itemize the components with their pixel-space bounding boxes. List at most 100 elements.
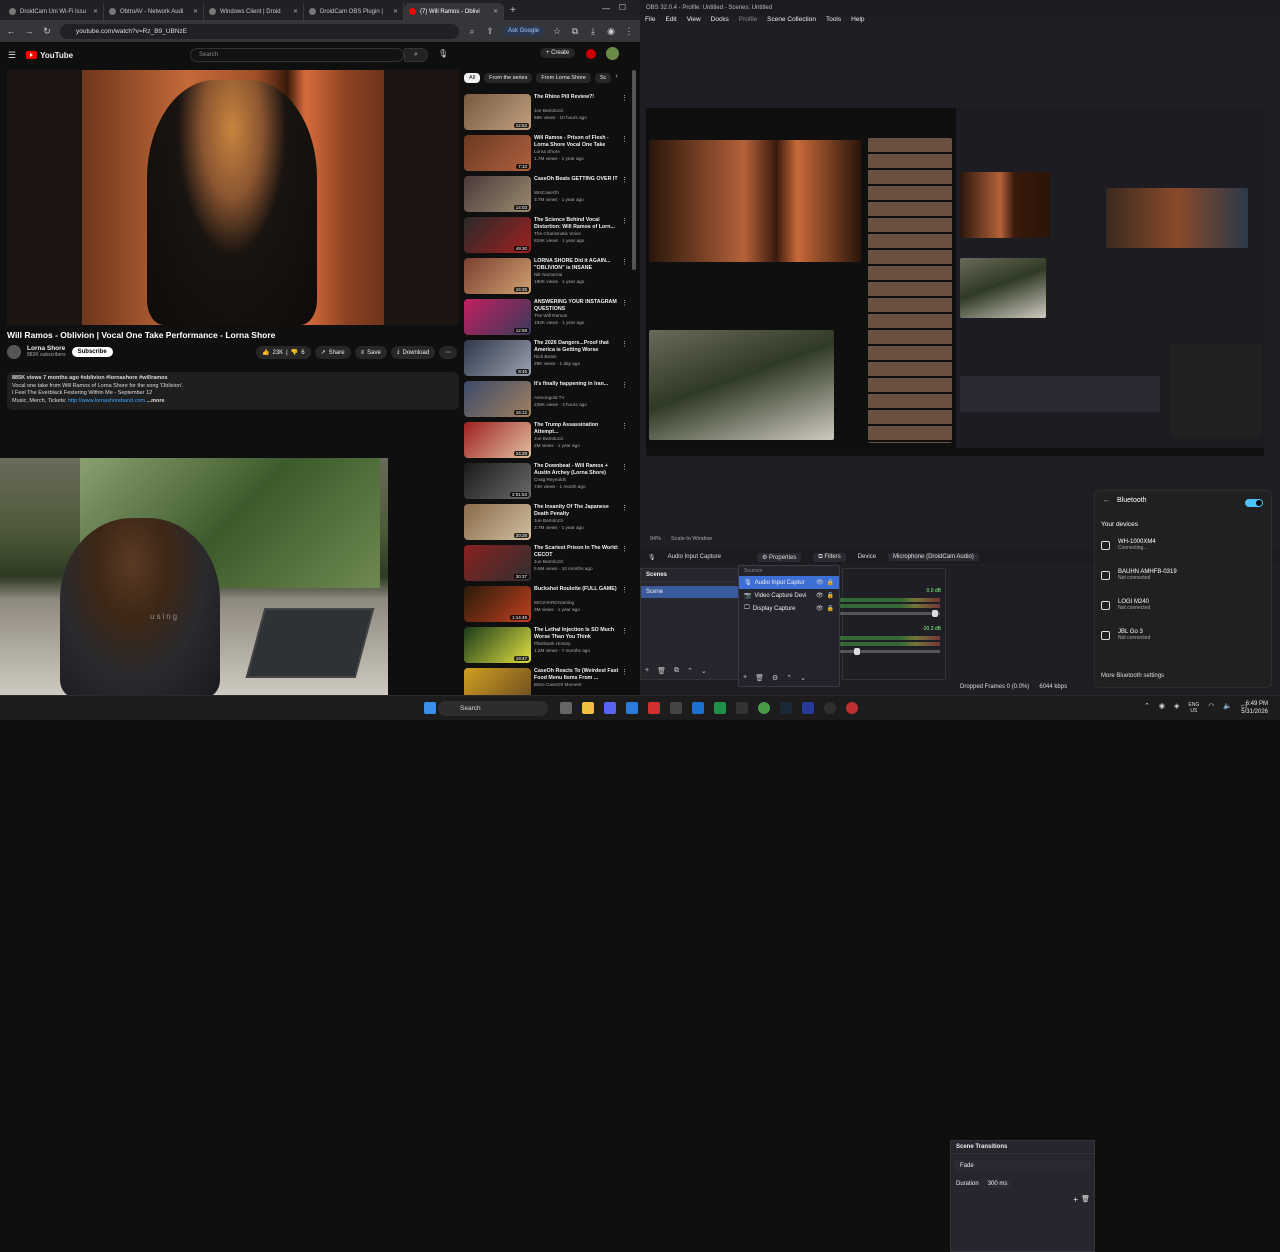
video-thumbnail[interactable]: 16:12 (464, 381, 531, 417)
channel-name[interactable]: Lorna Shore (27, 345, 66, 352)
video-thumbnail[interactable]: 49:30 (464, 217, 531, 253)
volume-slider[interactable] (840, 648, 940, 655)
app-icon[interactable] (670, 702, 682, 714)
excel-icon[interactable] (714, 702, 726, 714)
up-icon[interactable]: ⌃ (786, 674, 792, 682)
more-options-icon[interactable]: ⋮ (621, 463, 628, 471)
menu-profile[interactable]: Profile (739, 16, 757, 28)
lock-icon[interactable]: 🔒 (827, 605, 834, 612)
app-icon[interactable] (692, 702, 704, 714)
filter-icon[interactable]: ⧉ (674, 667, 679, 675)
subscribe-button[interactable]: Subscribe (71, 347, 113, 357)
video-title[interactable]: The Scariest Prison In The World: CECOT (534, 545, 620, 558)
more-bluetooth-settings-link[interactable]: More Bluetooth settings (1101, 673, 1164, 679)
video-thumbnail[interactable] (464, 668, 531, 695)
slider-handle[interactable] (854, 648, 860, 655)
video-channel[interactable]: Nik Nocturnal (534, 272, 562, 277)
steam-icon[interactable] (780, 702, 792, 714)
eye-icon[interactable]: 👁 (816, 579, 824, 586)
video-channel[interactable]: Asmongold TV (534, 395, 565, 400)
chip-all[interactable]: All (464, 73, 481, 83)
mic-icon[interactable]: 🎙 (438, 49, 448, 58)
ask-google-button[interactable]: Ask Google (502, 26, 544, 36)
channel-avatar[interactable] (7, 345, 21, 359)
video-title[interactable]: CaseOh Beats GETTING OVER IT (534, 176, 620, 183)
scale-mode[interactable]: Scale to Window (671, 536, 712, 542)
hamburger-menu-icon[interactable]: ☰ (8, 50, 16, 61)
video-thumbnail[interactable]: 30:37 (464, 545, 531, 581)
video-channel[interactable]: More CaseOh Moment (534, 682, 581, 687)
chip-channel[interactable]: From Lorna Shore (536, 73, 591, 83)
more-options-icon[interactable]: ⋮ (621, 381, 628, 389)
chevron-up-icon[interactable]: ⌃ (1144, 702, 1150, 714)
menu-view[interactable]: View (687, 16, 701, 28)
video-description[interactable]: 885K views 7 months ago #oblivion #lorna… (7, 372, 459, 410)
bookmark-star-icon[interactable]: ☆ (552, 26, 562, 37)
properties-button[interactable]: ⚙ Properties (757, 552, 802, 562)
down-icon[interactable]: ⌄ (800, 674, 806, 682)
video-title[interactable]: Buckshot Roulette (FULL GAME) (534, 586, 620, 593)
search-input[interactable]: Search (190, 48, 404, 62)
clock[interactable]: 6:49 PM 5/31/2026 (1241, 700, 1268, 716)
more-options-icon[interactable]: ⋮ (621, 94, 628, 102)
like-button[interactable]: 👍 23K | 👎 6 (256, 346, 311, 359)
eye-icon[interactable]: 👁 (816, 605, 824, 612)
related-video-item[interactable]: 1:14:49 Buckshot Roulette (FULL GAME) MrCr… (464, 586, 632, 624)
related-video-item[interactable]: 14:03 CaseOh Beats GETTING OVER IT MrsCase… (464, 176, 632, 214)
browser-tab-active[interactable]: (7) Will Ramos - Oblivi ✕ (404, 3, 504, 20)
reload-icon[interactable]: ↻ (42, 26, 52, 37)
video-channel[interactable]: Joe Bartolozzi (534, 559, 563, 564)
video-channel[interactable]: Rick Beato (534, 354, 557, 359)
minimize-icon[interactable]: — (602, 4, 610, 13)
scrollbar[interactable] (632, 70, 636, 270)
windows-start-icon[interactable] (424, 702, 436, 714)
chevron-right-icon[interactable]: › (615, 73, 617, 83)
video-thumbnail[interactable]: 24:29 (464, 422, 531, 458)
video-thumbnail[interactable]: 19:47 (464, 627, 531, 663)
more-options-icon[interactable]: ⋮ (621, 422, 628, 430)
premiere-icon[interactable] (802, 702, 814, 714)
video-title[interactable]: The Lethal Injection Is SO Much Worse Th… (534, 627, 620, 640)
more-options-icon[interactable]: ⋮ (621, 586, 628, 594)
trash-icon[interactable]: 🗑 (755, 674, 764, 682)
related-video-item[interactable]: 2:01:53 The Downbeat - Will Ramos + Austi… (464, 463, 632, 501)
video-thumbnail[interactable]: 20:28 (464, 504, 531, 540)
menu-docks[interactable]: Docks (711, 16, 729, 28)
more-options-icon[interactable]: ⋮ (621, 668, 628, 676)
gear-icon[interactable]: ⚙ (772, 674, 778, 682)
chip-more[interactable]: Sc (594, 73, 612, 83)
more-options-icon[interactable]: ⋮ (621, 627, 628, 635)
source-item[interactable]: 🖵 Display Capture 👁 🔒 (739, 602, 839, 615)
source-item[interactable]: 📷 Video Capture Devi 👁 🔒 (739, 589, 839, 602)
related-video-item[interactable]: 24:29 The Trump Assassination Attempt... J… (464, 422, 632, 460)
transition-select[interactable]: Fade (955, 1160, 1090, 1172)
profile-icon[interactable]: ◉ (606, 26, 616, 37)
scene-item[interactable]: Scene (641, 586, 739, 598)
download-icon[interactable]: ⤓ (588, 26, 598, 37)
more-options-icon[interactable]: ⋮ (621, 504, 628, 512)
close-icon[interactable]: ✕ (93, 8, 98, 15)
related-video-item[interactable]: CaseOh Reacts To (Weirdest Fast Food Men… (464, 668, 632, 695)
related-video-item[interactable]: 16:35 LORNA SHORE Did it AGAIN... "OBLIVI… (464, 258, 632, 296)
obs-icon[interactable] (824, 702, 836, 714)
related-video-item[interactable]: 12:52 The Rhino Pill Review?! Joe Bartoloz… (464, 94, 632, 132)
video-title[interactable]: The Downbeat - Will Ramos + Austin Arche… (534, 463, 620, 476)
slider-handle[interactable] (932, 610, 938, 617)
menu-edit[interactable]: Edit (665, 16, 676, 28)
related-video-item[interactable]: 7:10 Will Ramos - Prison of Flesh - Lorna… (464, 135, 632, 173)
download-button[interactable]: ⤓ Download (390, 346, 436, 359)
duration-input[interactable]: 300 ms (983, 1180, 1012, 1188)
video-channel[interactable]: Lorna Shore (534, 149, 560, 154)
video-channel[interactable]: Joe Bartolozzi (534, 518, 563, 523)
forward-icon[interactable]: → (24, 26, 34, 36)
add-icon[interactable]: + (743, 674, 747, 682)
down-icon[interactable]: ⌄ (701, 667, 707, 675)
youtube-logo[interactable]: YouTube (26, 51, 73, 60)
menu-icon[interactable]: ⋮ (624, 26, 634, 37)
video-channel[interactable]: The Charismatic Voice (534, 231, 581, 236)
video-player[interactable] (7, 70, 459, 325)
more-options-icon[interactable]: ⋮ (621, 217, 628, 225)
save-button[interactable]: ≡ Save (354, 346, 387, 359)
bluetooth-toggle[interactable] (1245, 499, 1263, 507)
related-video-item[interactable]: 19:47 The Lethal Injection Is SO Much Wor… (464, 627, 632, 665)
